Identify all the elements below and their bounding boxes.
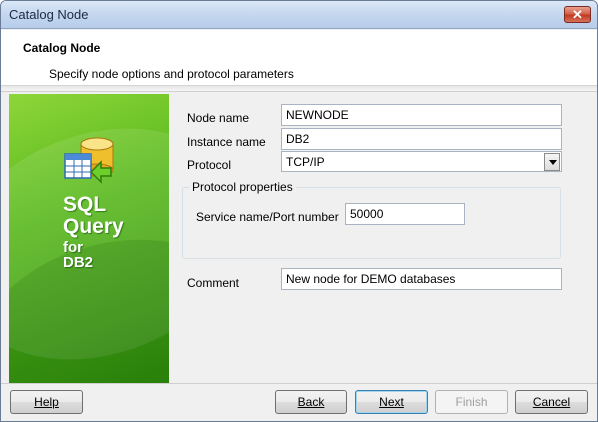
- form-panel: Node name NEWNODE Instance name DB2 Prot…: [169, 94, 597, 383]
- finish-button[interactable]: Finish: [435, 390, 508, 414]
- header-divider: [1, 86, 597, 92]
- instance-name-input[interactable]: DB2: [281, 128, 562, 150]
- protocol-properties-title: Protocol properties: [189, 180, 296, 194]
- node-name-input[interactable]: NEWNODE: [281, 104, 562, 126]
- protocol-select[interactable]: TCP/IP: [281, 151, 562, 172]
- product-name-line1: SQL: [63, 193, 107, 216]
- back-button[interactable]: Back: [275, 390, 347, 414]
- header-title: Catalog Node: [23, 41, 101, 55]
- product-name-line4: DB2: [63, 254, 94, 271]
- service-port-input[interactable]: 50000: [345, 203, 465, 225]
- catalog-node-dialog: Catalog Node ✕ Catalog Node Specify node…: [0, 0, 598, 422]
- protocol-properties-group: Protocol properties Service name/Port nu…: [182, 180, 561, 259]
- protocol-value: TCP/IP: [286, 155, 325, 169]
- next-button[interactable]: Next: [355, 390, 428, 414]
- wizard-header: Catalog Node Specify node options and pr…: [1, 30, 597, 86]
- close-icon[interactable]: ✕: [564, 6, 591, 23]
- help-button[interactable]: Help: [10, 390, 83, 414]
- node-name-label: Node name: [187, 111, 250, 125]
- protocol-label: Protocol: [187, 158, 232, 172]
- chevron-down-icon[interactable]: [544, 153, 560, 171]
- title-bar: Catalog Node ✕: [1, 1, 597, 29]
- instance-name-label: Instance name: [187, 135, 266, 149]
- product-name-line3: for: [63, 239, 83, 256]
- comment-label: Comment: [187, 276, 240, 290]
- window-title: Catalog Node: [9, 7, 89, 22]
- database-arrow-icon: [64, 137, 114, 184]
- header-subtitle: Specify node options and protocol parame…: [49, 67, 294, 81]
- product-name-line2: Query: [63, 215, 124, 238]
- comment-input[interactable]: New node for DEMO databases: [281, 268, 562, 290]
- service-port-label: Service name/Port number: [196, 210, 339, 224]
- product-banner: SQL Query for DB2: [9, 94, 169, 383]
- product-name: SQL Query for DB2: [63, 194, 124, 270]
- cancel-button[interactable]: Cancel: [515, 390, 588, 414]
- wizard-footer: Help Back Next Finish Cancel: [1, 383, 597, 421]
